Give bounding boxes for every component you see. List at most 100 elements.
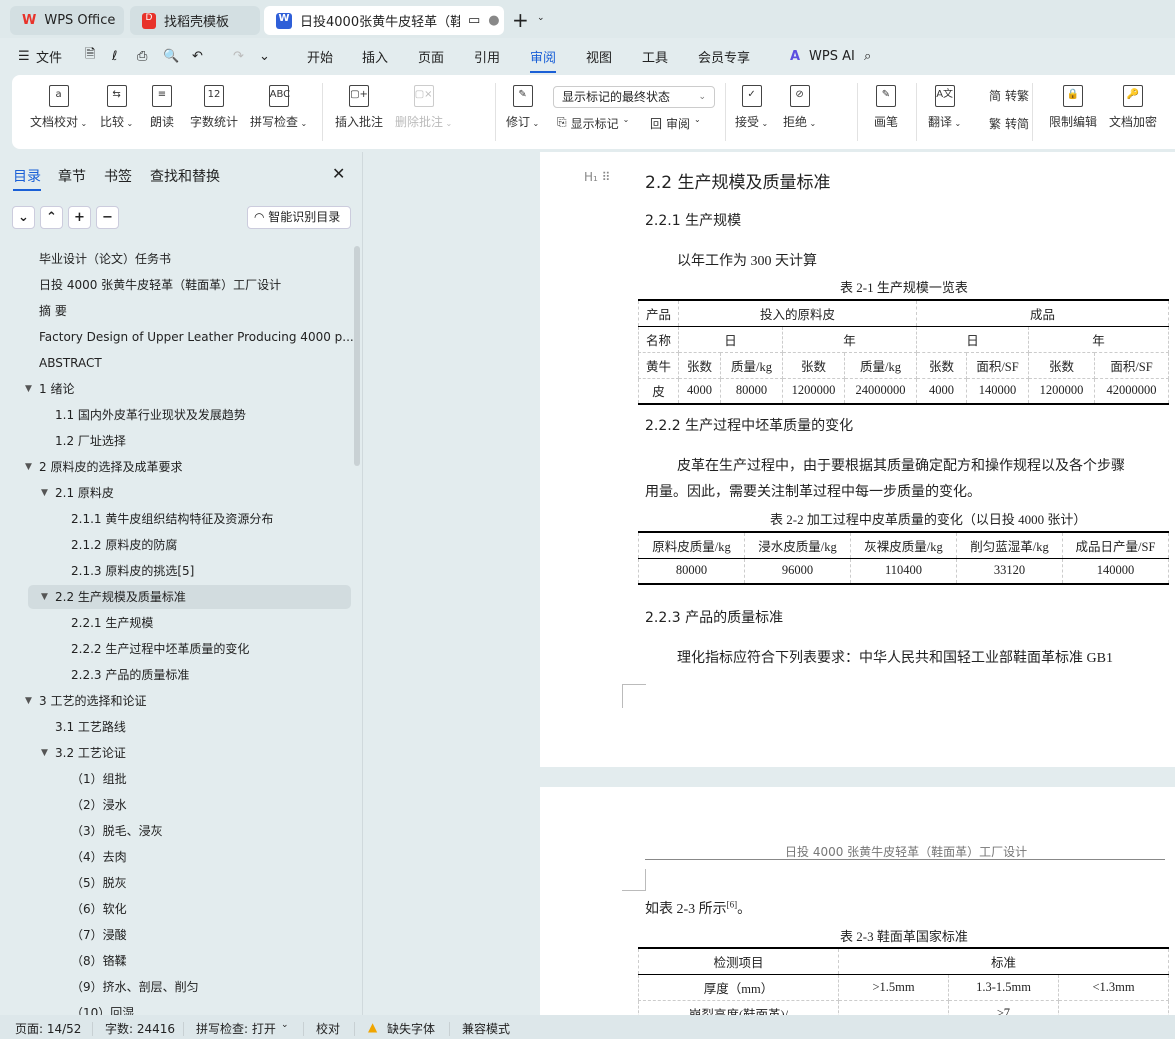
scrollbar[interactable]	[354, 246, 360, 466]
more-chevron-icon[interactable]: ⌄	[259, 49, 270, 64]
chevron-down-icon: ⌄	[443, 119, 453, 128]
search-icon[interactable]: ⌕	[864, 49, 871, 64]
print-preview-icon[interactable]: 🔍	[163, 49, 179, 64]
expand-arrow-icon[interactable]: ▼	[25, 455, 32, 479]
sidebar-tab-toc[interactable]: 目录	[13, 166, 41, 191]
word-count[interactable]: 字数: 24416	[105, 1020, 175, 1037]
tab-review[interactable]: 审阅	[530, 47, 557, 73]
expand-arrow-icon[interactable]: ▼	[25, 689, 32, 713]
compare-icon: ⇆	[106, 85, 127, 107]
toc-item[interactable]: （8）铬鞣	[28, 949, 351, 973]
collapse-up-button[interactable]: ⌃	[40, 206, 63, 229]
restrict-edit-icon: 🔒	[1063, 85, 1083, 107]
undo-icon[interactable]: ↶	[192, 49, 203, 64]
doc-proofread-button[interactable]: a 文档校对 ⌄	[30, 85, 87, 130]
accept-button[interactable]: ✓ 接受 ⌄	[735, 85, 768, 130]
toc-item[interactable]: ▼ 3.2 工艺论证	[28, 741, 351, 765]
compare-button[interactable]: ⇆ 比较 ⌄	[100, 85, 133, 130]
link-icon[interactable]: ℓ	[112, 49, 117, 64]
toc-item[interactable]: 1.1 国内外皮革行业现状及发展趋势	[28, 403, 351, 427]
expand-arrow-icon[interactable]: ▼	[41, 585, 48, 609]
toc-item[interactable]: （1）组批	[28, 767, 351, 791]
restrict-edit-button[interactable]: 🔒 限制编辑	[1049, 85, 1097, 130]
tab-page[interactable]: 页面	[418, 47, 444, 66]
toc-item[interactable]: （3）脱毛、浸灰	[28, 819, 351, 843]
toc-item[interactable]: 2.2.2 生产过程中坯革质量的变化	[28, 637, 351, 661]
close-icon[interactable]: ✕	[332, 164, 345, 183]
toc-item[interactable]: 1.2 厂址选择	[28, 429, 351, 453]
tab-insert[interactable]: 插入	[362, 47, 388, 66]
heading-marker-icon[interactable]: H₁ ⠿	[584, 170, 610, 184]
toc-item[interactable]: （4）去肉	[28, 845, 351, 869]
tab-reference[interactable]: 引用	[474, 47, 500, 66]
toc-item[interactable]: 日投 4000 张黄牛皮轻革（鞋面革）工厂设计	[28, 273, 351, 297]
to-simplified-button[interactable]: 繁转简	[989, 115, 1029, 132]
reject-button[interactable]: ⊘ 拒绝 ⌄	[783, 85, 816, 130]
page-count[interactable]: 页面: 14/52	[15, 1020, 81, 1037]
sidebar-tab-find-replace[interactable]: 查找和替换	[150, 166, 220, 186]
chevron-down-icon: ⌄	[281, 1020, 289, 1030]
save-icon[interactable]: 🗎	[85, 45, 95, 67]
tab-home[interactable]: 开始	[307, 47, 333, 66]
missing-font-button[interactable]: 缺失字体	[387, 1020, 435, 1037]
expand-arrow-icon[interactable]: ▼	[41, 741, 48, 765]
tab-member[interactable]: 会员专享	[698, 47, 750, 66]
tab-docer[interactable]: D 找稻壳模板	[130, 6, 260, 35]
insert-comment-button[interactable]: ▢+ 插入批注	[335, 85, 383, 130]
spell-check-button[interactable]: ABC 拼写检查 ⌄	[250, 85, 307, 130]
toc-item[interactable]: 3.1 工艺路线	[28, 715, 351, 739]
expand-arrow-icon[interactable]: ▼	[41, 481, 48, 505]
toc-item[interactable]: （5）脱灰	[28, 871, 351, 895]
track-changes-button[interactable]: ✎ 修订 ⌄	[506, 85, 539, 130]
toc-item[interactable]: （6）软化	[28, 897, 351, 921]
file-menu[interactable]: 文件	[36, 47, 62, 66]
toc-item[interactable]: ▼ 2.1 原料皮	[28, 481, 351, 505]
wps-ai-button[interactable]: WPS AI	[809, 49, 855, 64]
toc-item[interactable]: 2.2.3 产品的质量标准	[28, 663, 351, 687]
sidebar-tab-bookmarks[interactable]: 书签	[104, 166, 132, 186]
tab-document[interactable]: W日投4000张黄牛皮轻革（鞋面革）工厂设计▭●	[264, 6, 504, 35]
toc-item[interactable]: Factory Design of Upper Leather Producin…	[28, 325, 354, 349]
toc-item[interactable]: ▼ 2.2 生产规模及质量标准	[28, 585, 351, 609]
read-aloud-button[interactable]: ≡ 朗读	[150, 85, 174, 130]
sidebar-tab-sections[interactable]: 章节	[58, 166, 86, 186]
spell-check-toggle[interactable]: 拼写检查: 打开	[196, 1020, 276, 1037]
to-traditional-button[interactable]: 简转繁	[989, 87, 1029, 104]
toc-item[interactable]: ABSTRACT	[28, 351, 351, 375]
toc-item[interactable]: ▼ 1 绪论	[25, 377, 351, 401]
redo-icon[interactable]: ↷	[233, 49, 244, 64]
markup-display-select[interactable]: 显示标记的最终状态 ⌄	[553, 86, 715, 108]
table-caption: 表 2-1 生产规模一览表	[840, 280, 968, 295]
expand-down-button[interactable]: ⌄	[12, 206, 35, 229]
tab-wps-office[interactable]: W WPS Office	[10, 6, 124, 35]
toc-item[interactable]: 2.2.1 生产规模	[28, 611, 351, 635]
chevron-down-icon[interactable]: ⌄	[537, 13, 545, 23]
toc-item[interactable]: 2.1.1 黄牛皮组织结构特征及资源分布	[28, 507, 351, 531]
encrypt-button[interactable]: 🔑 文档加密	[1109, 85, 1157, 130]
proofread-button[interactable]: 校对	[316, 1020, 340, 1037]
toc-item[interactable]: ▼ 2 原料皮的选择及成革要求	[25, 455, 351, 479]
toc-item[interactable]: ▼ 3 工艺的选择和论证	[25, 689, 351, 713]
tab-view[interactable]: 视图	[586, 47, 612, 66]
toc-item[interactable]: （9）挤水、剖层、削匀	[28, 975, 351, 999]
print-icon[interactable]: ⎙	[137, 49, 147, 64]
tab-tools[interactable]: 工具	[642, 47, 668, 66]
add-level-button[interactable]: +	[68, 206, 91, 229]
remove-level-button[interactable]: −	[96, 206, 119, 229]
smart-toc-button[interactable]: ◠ 智能识别目录	[247, 206, 351, 229]
toc-item[interactable]: （2）浸水	[28, 793, 351, 817]
expand-arrow-icon[interactable]: ▼	[25, 377, 32, 401]
new-tab-button[interactable]: +	[512, 8, 529, 32]
toc-item[interactable]: 毕业设计（论文）任务书	[28, 247, 351, 271]
pen-button[interactable]: ✎ 画笔	[874, 85, 898, 130]
translate-button[interactable]: A文 翻译 ⌄	[928, 85, 961, 130]
hamburger-icon[interactable]: ☰	[18, 49, 30, 64]
toc-item[interactable]: 摘 要	[28, 299, 351, 323]
toc-item[interactable]: 2.1.3 原料皮的挑选[5]	[28, 559, 351, 583]
toc-item[interactable]: 2.1.2 原料皮的防腐	[28, 533, 351, 557]
toc-item[interactable]: （7）浸酸	[28, 923, 351, 947]
review-pane-button[interactable]: 回审阅 ⌄	[650, 115, 701, 132]
delete-comment-button[interactable]: ▢× 删除批注 ⌄	[395, 85, 452, 130]
show-markup-button[interactable]: ⎘ 显示标记 ⌄	[557, 115, 629, 132]
word-count-button[interactable]: 12 字数统计	[190, 85, 238, 130]
